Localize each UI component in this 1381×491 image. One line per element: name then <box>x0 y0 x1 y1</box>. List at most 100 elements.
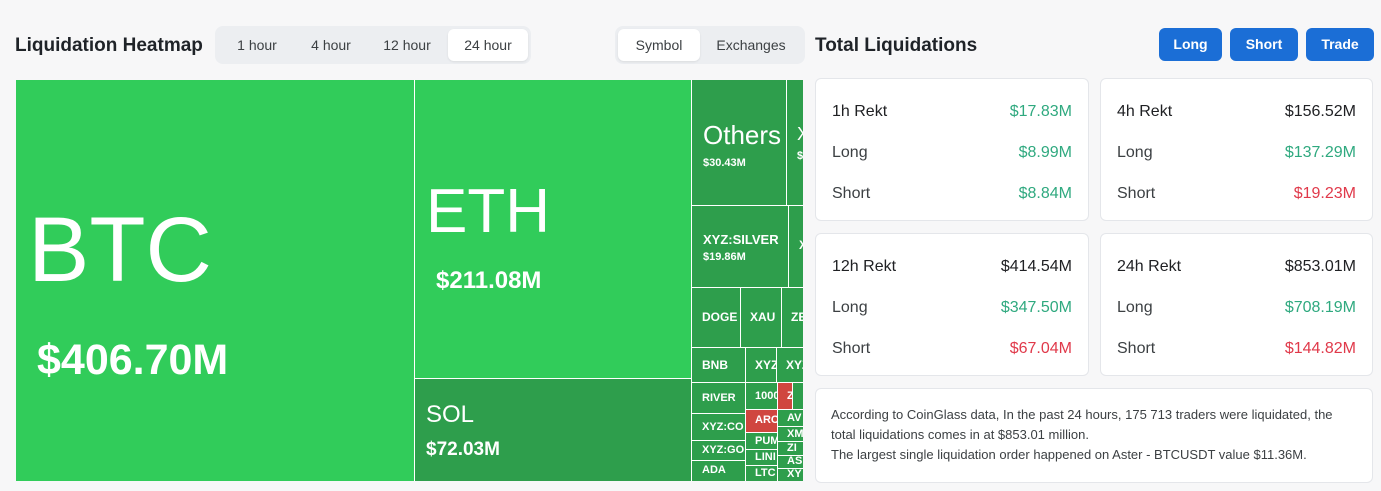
cell-symbol: BTC <box>28 199 212 301</box>
long-button[interactable]: Long <box>1159 28 1222 61</box>
time-option-24h[interactable]: 24 hour <box>448 29 528 61</box>
card-long-value: $347.50M <box>1000 299 1072 316</box>
card-short-label: Short <box>1117 340 1156 357</box>
heatmap-cell-small[interactable] <box>793 383 803 409</box>
summary-line-2: total liquidations comes in at $853.01 m… <box>831 427 1089 442</box>
time-option-12h[interactable]: 12 hour <box>366 29 448 61</box>
card-short-value: $144.82M <box>1284 340 1356 357</box>
card-long-value: $137.29M <box>1284 144 1356 161</box>
cell-value: $72.03M <box>426 439 500 460</box>
heatmap-cell-xyz-silver[interactable]: XYZ:SILVER $19.86M <box>692 206 788 287</box>
cell-symbol: ZE <box>791 310 803 324</box>
card-short-value: $67.04M <box>1009 340 1072 357</box>
card-total-row: 1h Rekt $17.83M <box>832 103 1072 121</box>
total-liquidations-title: Total Liquidations <box>815 35 978 56</box>
heatmap-cell-pum[interactable]: PUM <box>746 433 777 449</box>
heatmap-cell-sol[interactable]: SOL $72.03M <box>415 379 691 481</box>
liquidation-summary-text: According to CoinGlass data, In the past… <box>815 388 1373 483</box>
liquidation-heatmap: BTC $406.70M ETH $211.08M SOL $72.03M Ot… <box>16 80 803 481</box>
cell-symbol: XYZ:GO <box>702 444 745 456</box>
card-short-value: $19.23M <box>1293 185 1356 202</box>
card-total-value: $156.52M <box>1284 103 1356 120</box>
heatmap-cell-ada[interactable]: ADA <box>692 461 745 481</box>
heatmap-cell-btc[interactable]: BTC $406.70M <box>16 80 414 481</box>
heatmap-cell-eth[interactable]: ETH $211.08M <box>415 80 691 378</box>
heatmap-cell-xyz-a[interactable]: XYZ <box>746 348 776 382</box>
card-total-value: $853.01M <box>1284 258 1356 275</box>
view-option-exchanges[interactable]: Exchanges <box>700 29 802 61</box>
cell-symbol: ARC <box>755 414 777 426</box>
rekt-card-1h: 1h Rekt $17.83M Long $8.99M Short $8.84M <box>815 78 1089 221</box>
card-long-label: Long <box>832 299 868 316</box>
heatmap-cell-ze[interactable]: ZE <box>782 288 803 347</box>
heatmap-cell-bnb[interactable]: BNB <box>692 348 745 382</box>
heatmap-cell-xyz-go[interactable]: XYZ:GO <box>692 441 745 460</box>
heatmap-cell-xau[interactable]: XAU <box>741 288 781 347</box>
heatmap-cell-x1[interactable]: X $ <box>787 80 803 205</box>
time-option-4h[interactable]: 4 hour <box>296 29 366 61</box>
cell-symbol: ZI <box>787 442 797 454</box>
card-long-label: Long <box>1117 144 1153 161</box>
card-long-row: Long $708.19M <box>1117 299 1356 317</box>
rekt-card-12h: 12h Rekt $414.54M Long $347.50M Short $6… <box>815 233 1089 376</box>
card-short-label: Short <box>832 340 871 357</box>
heatmap-cell-doge[interactable]: DOGE <box>692 288 740 347</box>
cell-symbol: XYZ <box>786 358 803 372</box>
heatmap-cell-xyz-b[interactable]: XYZ <box>777 348 803 382</box>
cell-symbol: X <box>799 238 803 252</box>
card-period-label: 4h Rekt <box>1117 103 1173 120</box>
heatmap-cell-lin[interactable]: LINI <box>746 450 777 465</box>
heatmap-cell-xy[interactable]: XY <box>778 469 803 481</box>
cell-symbol: XYZ <box>755 358 776 372</box>
heatmap-cell-1000[interactable]: 1000 <box>746 383 777 409</box>
heatmap-cell-others[interactable]: Others $30.43M <box>692 80 786 205</box>
card-short-row: Short $19.23M <box>1117 185 1356 203</box>
heatmap-cell-as[interactable]: AS <box>778 456 803 468</box>
cell-symbol: Others <box>703 120 782 150</box>
short-button[interactable]: Short <box>1230 28 1298 61</box>
summary-line-1: According to CoinGlass data, In the past… <box>831 407 1333 422</box>
card-long-row: Long $137.29M <box>1117 144 1356 162</box>
heatmap-cell-river[interactable]: RIVER <box>692 383 745 413</box>
cell-symbol: 1000 <box>755 390 777 402</box>
view-selector: Symbol Exchanges <box>615 26 805 64</box>
cell-symbol: LINI <box>755 451 776 463</box>
rekt-card-4h: 4h Rekt $156.52M Long $137.29M Short $19… <box>1100 78 1373 221</box>
cell-symbol: XM <box>787 428 803 440</box>
cell-symbol: LTC <box>755 467 776 479</box>
card-short-row: Short $67.04M <box>832 340 1072 358</box>
card-long-value: $8.99M <box>1018 144 1072 161</box>
card-short-row: Short $144.82M <box>1117 340 1356 358</box>
heatmap-cell-zi[interactable]: ZI <box>778 442 803 455</box>
heatmap-cell-ltc[interactable]: LTC <box>746 466 777 481</box>
trade-button[interactable]: Trade <box>1306 28 1374 61</box>
rekt-card-24h: 24h Rekt $853.01M Long $708.19M Short $1… <box>1100 233 1373 376</box>
heatmap-cell-z[interactable]: Z <box>778 383 792 409</box>
cell-value: $19.86M <box>703 251 746 263</box>
cell-value: $211.08M <box>436 267 542 294</box>
heatmap-cell-arc[interactable]: ARC <box>746 410 777 432</box>
heatmap-title: Liquidation Heatmap <box>15 35 203 56</box>
heatmap-cell-x2[interactable]: X <box>789 206 803 287</box>
heatmap-cell-xyz-co[interactable]: XYZ:CO <box>692 414 745 440</box>
cell-symbol: RIVER <box>702 392 736 404</box>
card-period-label: 1h Rekt <box>832 103 888 120</box>
cell-symbol: DOGE <box>702 310 738 324</box>
card-long-row: Long $347.50M <box>832 299 1072 317</box>
cell-symbol: XAU <box>750 310 776 324</box>
time-option-1h[interactable]: 1 hour <box>218 29 296 61</box>
cell-symbol: XYZ:CO <box>702 421 744 433</box>
view-option-symbol[interactable]: Symbol <box>618 29 700 61</box>
heatmap-cell-av[interactable]: AV <box>778 410 803 426</box>
card-long-label: Long <box>832 144 868 161</box>
cell-symbol: X <box>797 124 803 145</box>
heatmap-cell-xm[interactable]: XM <box>778 427 803 441</box>
card-long-value: $708.19M <box>1284 299 1356 316</box>
card-total-row: 24h Rekt $853.01M <box>1117 258 1356 276</box>
cell-value: $406.70M <box>37 336 229 384</box>
card-period-label: 24h Rekt <box>1117 258 1182 275</box>
cell-symbol: PUM <box>755 435 777 447</box>
cell-symbol: AV <box>787 412 802 424</box>
card-total-value: $17.83M <box>1009 103 1072 120</box>
card-period-label: 12h Rekt <box>832 258 897 275</box>
